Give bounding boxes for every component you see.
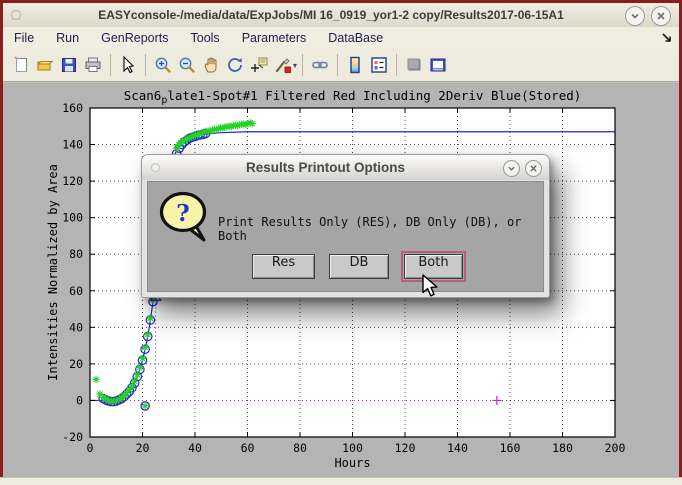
link-chain-icon bbox=[310, 55, 330, 75]
dialog-menu-icon bbox=[151, 163, 160, 172]
rotate-3d-button[interactable] bbox=[223, 53, 247, 77]
menu-item-parameters[interactable]: Parameters bbox=[231, 29, 318, 47]
zoom-in-icon bbox=[153, 55, 173, 75]
svg-text:80: 80 bbox=[69, 247, 83, 261]
svg-text:20: 20 bbox=[69, 357, 83, 371]
menu-item-file[interactable]: File bbox=[3, 29, 45, 47]
zoom-in-button[interactable] bbox=[151, 53, 175, 77]
question-glyph: ? bbox=[176, 200, 189, 227]
insert-colorbar-button[interactable] bbox=[343, 53, 367, 77]
dialog-title-bar[interactable]: Results Printout Options bbox=[142, 155, 549, 180]
menu-item-database[interactable]: DataBase bbox=[317, 29, 394, 47]
dialog-shade-button[interactable] bbox=[503, 160, 520, 177]
results-printout-dialog: Results Printout Options ? Print Results… bbox=[141, 154, 550, 298]
figure-palette-icon bbox=[404, 55, 424, 75]
svg-text:-20: -20 bbox=[62, 430, 83, 444]
toolbar-divider bbox=[3, 81, 679, 83]
svg-text:160: 160 bbox=[62, 101, 83, 115]
dialog-message: Print Results Only (RES), DB Only (DB), … bbox=[218, 215, 543, 243]
svg-text:80: 80 bbox=[293, 441, 307, 455]
data-cursor-button[interactable] bbox=[247, 53, 271, 77]
window-menu-icon[interactable] bbox=[11, 10, 21, 20]
close-icon bbox=[656, 11, 666, 21]
save-button[interactable] bbox=[57, 53, 81, 77]
pointer-tool-button[interactable] bbox=[116, 53, 140, 77]
new-file-button[interactable] bbox=[9, 53, 33, 77]
toolbar-separator bbox=[337, 54, 338, 76]
window-title: EASYconsole-/media/data/ExpJobs/MI 16_09… bbox=[43, 8, 619, 22]
svg-text:0: 0 bbox=[87, 441, 94, 455]
menu-item-tools[interactable]: Tools bbox=[180, 29, 231, 47]
open-folder-icon bbox=[35, 55, 55, 75]
svg-text:140: 140 bbox=[62, 138, 83, 152]
figure-palette-button bbox=[402, 53, 426, 77]
shade-window-button[interactable] bbox=[625, 6, 645, 26]
chevron-down-icon bbox=[630, 11, 640, 21]
link-plots-button[interactable] bbox=[308, 53, 332, 77]
brush-tool-button[interactable] bbox=[271, 53, 295, 77]
mouse-cursor bbox=[421, 274, 441, 303]
svg-text:180: 180 bbox=[552, 441, 573, 455]
pan-tool-button[interactable] bbox=[199, 53, 223, 77]
svg-text:0: 0 bbox=[76, 393, 83, 407]
printer-icon bbox=[83, 55, 103, 75]
close-icon bbox=[529, 164, 538, 173]
toolbar-separator bbox=[396, 54, 397, 76]
window-border-top bbox=[0, 0, 682, 3]
zoom-out-icon bbox=[177, 55, 197, 75]
brush-icon bbox=[273, 55, 293, 75]
toolbar-separator bbox=[145, 54, 146, 76]
dialog-title: Results Printout Options bbox=[172, 160, 479, 175]
svg-text:120: 120 bbox=[395, 441, 416, 455]
svg-text:60: 60 bbox=[69, 284, 83, 298]
dock-figure-button[interactable] bbox=[426, 53, 450, 77]
close-window-button[interactable] bbox=[651, 6, 671, 26]
dock-figure-icon bbox=[428, 55, 448, 75]
y-axis-label: Intensities Normalized by Area bbox=[46, 164, 60, 381]
open-file-button[interactable] bbox=[33, 53, 57, 77]
svg-text:100: 100 bbox=[62, 211, 83, 225]
rotate-3d-icon bbox=[225, 55, 245, 75]
title-bar[interactable]: EASYconsole-/media/data/ExpJobs/MI 16_09… bbox=[3, 3, 679, 27]
toolbar: ▾ bbox=[3, 49, 679, 81]
menu-items: FileRunGenReportsToolsParametersDataBase bbox=[3, 29, 394, 47]
dialog-button-res[interactable]: Res bbox=[252, 254, 315, 279]
colorbar-icon bbox=[345, 55, 365, 75]
x-axis-label: Hours bbox=[334, 456, 370, 470]
data-cursor-icon bbox=[249, 55, 269, 75]
app-window: EASYconsole-/media/data/ExpJobs/MI 16_09… bbox=[0, 0, 682, 485]
zoom-out-button[interactable] bbox=[175, 53, 199, 77]
legend-icon bbox=[369, 55, 389, 75]
svg-text:100: 100 bbox=[342, 441, 363, 455]
question-bubble-icon: ? bbox=[158, 190, 210, 249]
window-border-left bbox=[0, 0, 3, 478]
svg-text:120: 120 bbox=[62, 174, 83, 188]
menu-bar: FileRunGenReportsToolsParametersDataBase bbox=[3, 27, 679, 50]
svg-text:40: 40 bbox=[188, 441, 202, 455]
menu-item-genreports[interactable]: GenReports bbox=[90, 29, 179, 47]
svg-text:60: 60 bbox=[241, 441, 255, 455]
svg-text:20: 20 bbox=[136, 441, 150, 455]
pan-hand-icon bbox=[201, 55, 221, 75]
save-floppy-icon bbox=[59, 55, 79, 75]
menu-overflow-arrow-icon[interactable] bbox=[661, 31, 673, 49]
brush-dropdown-caret-icon[interactable]: ▾ bbox=[293, 61, 297, 70]
dialog-close-button[interactable] bbox=[525, 160, 542, 177]
toolbar-separator bbox=[302, 54, 303, 76]
svg-text:200: 200 bbox=[605, 441, 626, 455]
dialog-button-db[interactable]: DB bbox=[329, 254, 389, 279]
svg-text:160: 160 bbox=[500, 441, 521, 455]
window-resize-bar[interactable] bbox=[0, 477, 682, 485]
print-button[interactable] bbox=[81, 53, 105, 77]
insert-legend-button[interactable] bbox=[367, 53, 391, 77]
toolbar-separator bbox=[110, 54, 111, 76]
new-file-icon bbox=[11, 55, 31, 75]
svg-text:140: 140 bbox=[447, 441, 468, 455]
svg-text:40: 40 bbox=[69, 320, 83, 334]
pointer-arrow-icon bbox=[118, 55, 138, 75]
plot-title: Scan6plate1-Spot#1 Filtered Red Includin… bbox=[124, 88, 582, 106]
menu-item-run[interactable]: Run bbox=[45, 29, 90, 47]
chevron-down-icon bbox=[507, 164, 516, 173]
dialog-body: ? Print Results Only (RES), DB Only (DB)… bbox=[147, 181, 544, 292]
